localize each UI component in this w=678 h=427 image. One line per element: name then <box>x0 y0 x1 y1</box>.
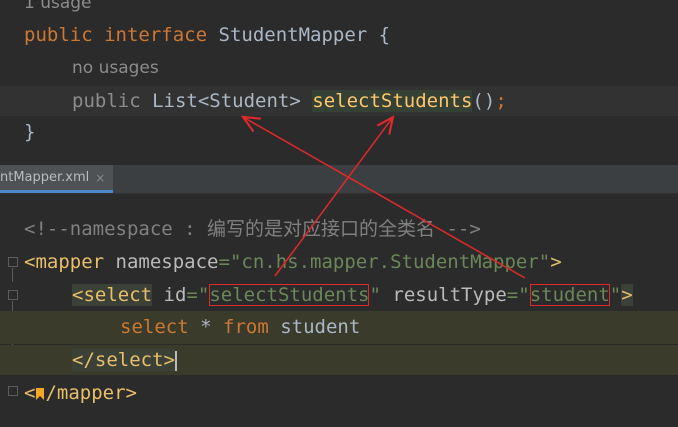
id-open-quote: " <box>197 284 210 306</box>
usage-hint-method[interactable]: no usages <box>72 53 678 83</box>
result-type-attr: resultType <box>392 284 507 306</box>
sql-from: from <box>223 316 269 338</box>
xml-editor[interactable]: <!--namespace : 编写的是对应接口的全类名 --> <mapper… <box>0 194 678 427</box>
mapper-close-rest[interactable]: /mapper> <box>45 382 137 404</box>
keyword-public: public <box>24 24 93 46</box>
namespace-value[interactable]: "cn.hs.mapper.StudentMapper" <box>230 251 550 273</box>
close-brace: } <box>24 121 36 143</box>
sql-line: select * from student <box>0 311 678 344</box>
keyword-interface: interface <box>104 24 208 46</box>
mapper-open-gt: > <box>550 251 562 273</box>
select-close-line: </select> <box>0 345 678 375</box>
result-type-value[interactable]: student <box>529 284 610 306</box>
xml-comment-line: <!--namespace : 编写的是对应接口的全类名 --> <box>0 214 678 244</box>
mapper-close-lt: < <box>24 382 36 404</box>
mapper-close-line: < /mapper> <box>0 378 678 408</box>
tab-student-mapper-xml[interactable]: ntMapper.xml × <box>0 165 114 193</box>
text-caret <box>174 350 177 371</box>
select-open-line: <select id="selectStudents" resultType="… <box>0 280 678 310</box>
java-editor[interactable]: 1 usage public interface StudentMapper {… <box>0 0 678 165</box>
open-brace: { <box>378 24 391 46</box>
usage-hint-interface[interactable]: 1 usage <box>24 0 678 18</box>
result-type-open-quote: " <box>518 284 530 306</box>
id-close-quote: " <box>369 284 381 306</box>
close-brace-line: } <box>0 117 678 147</box>
method-name[interactable]: selectStudents <box>312 90 473 112</box>
tab-label: ntMapper.xml <box>0 170 90 185</box>
select-open-tag[interactable]: <select <box>72 284 153 306</box>
sql-table[interactable]: student <box>280 316 360 338</box>
result-type-eq: = <box>506 284 519 306</box>
interface-declaration-line: public interface StudentMapper { <box>0 20 678 50</box>
id-attr: id <box>163 284 187 306</box>
editor-tab-bar: ntMapper.xml × <box>0 165 678 194</box>
close-icon[interactable]: × <box>95 171 105 185</box>
select-open-gt: > <box>621 284 633 306</box>
id-eq: = <box>186 284 198 306</box>
semicolon: ; <box>495 90 507 112</box>
mapper-open-tag[interactable]: <mapper <box>24 251 104 273</box>
select-close-tag[interactable]: </select> <box>72 349 175 371</box>
return-type[interactable]: List<Student> <box>152 90 301 112</box>
xml-comment: <!--namespace : 编写的是对应接口的全类名 --> <box>24 218 481 240</box>
namespace-attr: namespace <box>115 251 219 273</box>
bookmark-icon[interactable] <box>35 378 45 408</box>
id-value[interactable]: selectStudents <box>209 284 370 306</box>
keyword-public-method: public <box>72 90 141 112</box>
method-parens: () <box>472 90 496 112</box>
result-type-close-quote: " <box>609 284 622 306</box>
namespace-eq: = <box>218 251 230 273</box>
interface-name[interactable]: StudentMapper <box>219 24 368 46</box>
mapper-open-line: <mapper namespace="cn.hs.mapper.StudentM… <box>0 247 678 277</box>
sql-star: * <box>200 316 212 338</box>
sql-select: select <box>120 316 189 338</box>
method-declaration-line: public List<Student> selectStudents(); <box>0 86 678 116</box>
